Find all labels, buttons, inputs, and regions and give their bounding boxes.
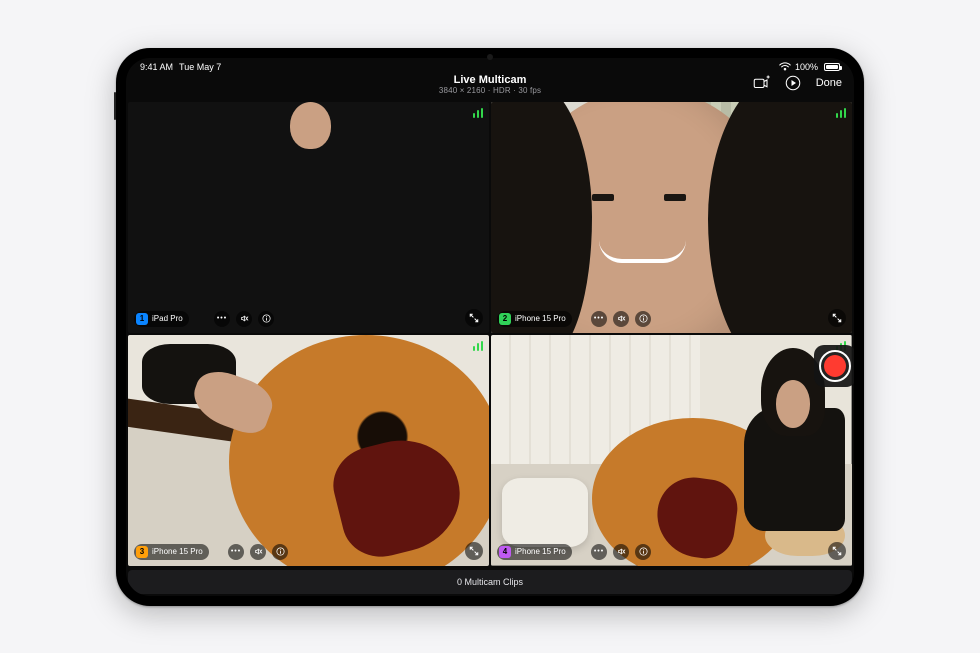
- camera-feed-2[interactable]: 2 iPhone 15 Pro: [491, 102, 852, 333]
- camera-index-badge: 4: [499, 546, 511, 558]
- camera-label: iPhone 15 Pro: [515, 547, 566, 556]
- camera-label: iPhone 15 Pro: [152, 547, 203, 556]
- expand-icon: [832, 546, 842, 556]
- page-title: Live Multicam: [439, 74, 541, 87]
- camera-feed-1[interactable]: 1 iPad Pro: [128, 102, 489, 333]
- battery-icon: [822, 63, 840, 71]
- connection-indicator: [473, 108, 484, 118]
- info-button[interactable]: [272, 544, 288, 560]
- page-subtitle: 3840 × 2160 · HDR · 30 fps: [439, 86, 541, 95]
- record-button[interactable]: [814, 345, 854, 387]
- info-icon: [639, 314, 648, 323]
- mute-button[interactable]: [613, 311, 629, 327]
- wifi-icon: [779, 62, 791, 71]
- speaker-muted-icon: [617, 547, 626, 556]
- ipad-device-frame: 9:41 AM Tue May 7 100% Live Multicam 384…: [116, 48, 864, 606]
- app-header: Live Multicam 3840 × 2160 · HDR · 30 fps…: [126, 74, 854, 102]
- camera-index-badge: 1: [136, 313, 148, 325]
- done-button[interactable]: Done: [816, 77, 842, 89]
- clips-count-label: 0 Multicam Clips: [457, 577, 523, 587]
- camera-index-badge: 2: [499, 313, 511, 325]
- mute-button[interactable]: [250, 544, 266, 560]
- camera-video-3: [128, 335, 489, 566]
- camera-video-2: [491, 102, 852, 333]
- mute-button[interactable]: [236, 311, 252, 327]
- connection-indicator: [473, 341, 484, 351]
- camera-plus-icon: [752, 74, 770, 92]
- clips-tray[interactable]: 0 Multicam Clips: [128, 570, 852, 594]
- info-icon: [262, 314, 271, 323]
- front-camera-dot: [487, 54, 493, 60]
- expand-button[interactable]: [828, 309, 846, 327]
- play-circle-icon: [784, 74, 802, 92]
- battery-percent: 100%: [795, 62, 818, 72]
- speaker-muted-icon: [254, 547, 263, 556]
- camera-feed-4[interactable]: 4 iPhone 15 Pro: [491, 335, 852, 566]
- play-button[interactable]: [784, 74, 802, 92]
- mute-button[interactable]: [613, 544, 629, 560]
- more-button[interactable]: [591, 544, 607, 560]
- info-icon: [639, 547, 648, 556]
- more-button[interactable]: [228, 544, 244, 560]
- camera-index-badge: 3: [136, 546, 148, 558]
- expand-button[interactable]: [465, 542, 483, 560]
- camera-label: iPad Pro: [152, 314, 183, 323]
- multicam-grid: 1 iPad Pro: [126, 102, 854, 566]
- camera-controls: [214, 311, 274, 327]
- info-button[interactable]: [635, 544, 651, 560]
- info-button[interactable]: [258, 311, 274, 327]
- status-bar: 9:41 AM Tue May 7 100%: [126, 58, 854, 74]
- screen: 9:41 AM Tue May 7 100% Live Multicam 384…: [126, 58, 854, 596]
- expand-icon: [469, 313, 479, 323]
- expand-icon: [832, 313, 842, 323]
- record-ring-icon: [819, 350, 851, 382]
- camera-label-pill[interactable]: 2 iPhone 15 Pro: [497, 311, 572, 327]
- camera-controls: [228, 544, 288, 560]
- speaker-muted-icon: [617, 314, 626, 323]
- expand-button[interactable]: [465, 309, 483, 327]
- status-time: 9:41 AM: [140, 62, 173, 72]
- add-camera-button[interactable]: [752, 74, 770, 92]
- info-button[interactable]: [635, 311, 651, 327]
- camera-label-pill[interactable]: 3 iPhone 15 Pro: [134, 544, 209, 560]
- record-dot-icon: [824, 355, 846, 377]
- info-icon: [276, 547, 285, 556]
- camera-controls: [591, 544, 651, 560]
- more-button[interactable]: [214, 311, 230, 327]
- camera-controls: [591, 311, 651, 327]
- speaker-muted-icon: [240, 314, 249, 323]
- expand-button[interactable]: [828, 542, 846, 560]
- camera-video-4: [491, 335, 852, 566]
- camera-label: iPhone 15 Pro: [515, 314, 566, 323]
- more-button[interactable]: [591, 311, 607, 327]
- connection-indicator: [836, 108, 847, 118]
- camera-label-pill[interactable]: 1 iPad Pro: [134, 311, 189, 327]
- camera-feed-3[interactable]: 3 iPhone 15 Pro: [128, 335, 489, 566]
- expand-icon: [469, 546, 479, 556]
- status-date: Tue May 7: [179, 62, 221, 72]
- camera-label-pill[interactable]: 4 iPhone 15 Pro: [497, 544, 572, 560]
